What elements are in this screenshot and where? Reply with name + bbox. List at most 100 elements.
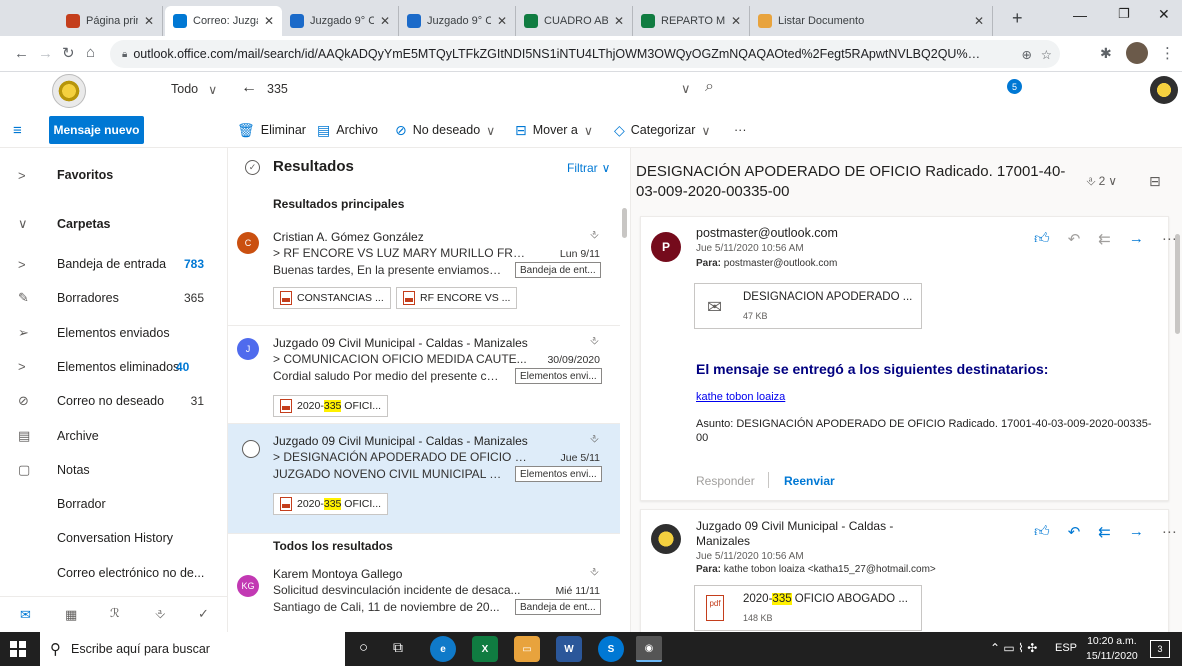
notification-badge[interactable]: 5 — [1007, 79, 1022, 94]
message-card-juzgado[interactable]: Juzgado 09 Civil Municipal - Caldas - Ma… — [640, 509, 1177, 632]
back-icon[interactable]: ← — [14, 45, 29, 62]
nav-folder[interactable]: ▤ Archive — [0, 419, 228, 453]
taskbar-search[interactable]: ⚲ Escribe aquí para buscar — [40, 632, 345, 666]
message-item[interactable]: Juzgado 09 Civil Municipal - Caldas - Ma… — [228, 424, 620, 534]
message-item[interactable]: J Juzgado 09 Civil Municipal - Caldas - M… — [228, 326, 620, 424]
people-icon[interactable]: ℛ — [110, 606, 120, 620]
move-to-button[interactable]: ⊟ Mover a ∨ — [515, 112, 593, 148]
nav-folder[interactable]: ➢ Elementos enviados — [0, 316, 228, 350]
categorize-button[interactable]: ◇ Categorizar ∨ — [614, 112, 711, 148]
search-options-chevron-icon[interactable]: ∨ — [681, 81, 691, 97]
nav-folder[interactable]: ✎ Borradores 365 — [0, 281, 228, 315]
clock[interactable]: 10:20 a.m. 15/11/2020 — [1086, 634, 1138, 664]
browser-tab[interactable]: Juzgado 9° Civil M ✕ — [399, 6, 516, 36]
reply-button[interactable]: Responder — [696, 474, 755, 488]
reply-icon[interactable]: ↶ — [1068, 523, 1081, 541]
cortana-icon[interactable]: ○ — [359, 639, 368, 656]
install-icon[interactable]: ⊕ — [1022, 47, 1032, 62]
search-back-icon[interactable]: ← — [241, 79, 257, 97]
attachment-chip[interactable]: 2020-335 OFICI... — [273, 493, 389, 515]
tab-close-icon[interactable]: ✕ — [264, 14, 274, 28]
maximize-button[interactable]: ❐ — [1118, 6, 1130, 22]
browser-tab[interactable]: CUADRO ABOGAD ✕ — [516, 6, 633, 36]
nav-folder[interactable]: > Bandeja de entrada 783 — [0, 247, 228, 281]
word-icon[interactable]: W — [556, 636, 582, 662]
bookmark-star-icon[interactable]: ☆ — [1041, 47, 1052, 62]
nav-folder[interactable]: ⊘ Correo no deseado 31 — [0, 384, 228, 418]
tab-close-icon[interactable]: ✕ — [380, 14, 390, 28]
nav-folder[interactable]: Conversation History — [0, 521, 228, 555]
nav-folder[interactable]: ▢ Notas — [0, 453, 228, 487]
home-icon[interactable]: ⌂ — [86, 44, 95, 61]
message-item[interactable]: C Cristian A. Gómez González ⎀ > RF ENCORE … — [228, 220, 620, 326]
task-view-icon[interactable]: ⧉ — [393, 639, 403, 656]
tab-close-icon[interactable]: ✕ — [614, 14, 624, 28]
profile-avatar[interactable] — [1126, 42, 1148, 64]
nav-group-folders[interactable]: ∨ Carpetas — [0, 207, 228, 241]
reading-scrollbar[interactable] — [1175, 234, 1180, 334]
browser-tab[interactable]: Juzgado 9° Civil M ✕ — [282, 6, 399, 36]
windows-start-icon[interactable] — [10, 641, 26, 657]
action-center-icon[interactable]: 3 — [1150, 640, 1170, 658]
mail-icon[interactable]: ✉ — [20, 607, 31, 623]
browser-tab[interactable]: Listar Documento ✕ — [750, 6, 993, 36]
minimize-button[interactable]: — — [1073, 7, 1087, 23]
like-icon[interactable]: 👍︎ — [1034, 230, 1050, 248]
immersive-reader-icon[interactable]: ⊟ — [1149, 173, 1161, 190]
forward-icon[interactable]: → — [1129, 523, 1144, 541]
browser-menu-icon[interactable]: ⋮ — [1160, 44, 1175, 62]
recipient-link[interactable]: kathe tobon loaiza — [696, 391, 785, 403]
new-message-button[interactable]: Mensaje nuevo — [49, 116, 144, 144]
attachment-chip[interactable]: CONSTANCIAS ... — [273, 287, 391, 309]
attachment-card[interactable]: ✉ DESIGNACIÓN APODERADO ... 47 KB — [694, 283, 922, 329]
list-scrollbar[interactable] — [622, 208, 627, 238]
tray-icons[interactable]: ⌃ ▭ ⌇ ✣ — [990, 641, 1037, 655]
nav-folder[interactable]: Correo electrónico no de... — [0, 556, 228, 590]
sender-name[interactable]: Juzgado 09 Civil Municipal - Caldas - Ma… — [696, 519, 896, 549]
attachment-card[interactable]: pdf 2020-335 OFICIO ABOGADO ... 148 KB — [694, 585, 922, 631]
nav-folder[interactable]: > Elementos eliminados 40 — [0, 350, 228, 384]
tab-close-icon[interactable]: ✕ — [497, 14, 507, 28]
message-card-postmaster[interactable]: P postmaster@outlook.com Jue 5/11/2020 1… — [640, 216, 1177, 501]
browser-tab[interactable]: Correo: Juzgado 0 ✕ — [165, 6, 282, 36]
folder-badge[interactable]: Elementos envi... — [515, 466, 602, 482]
folder-badge[interactable]: Bandeja de ent... — [515, 599, 601, 615]
nav-group-favorites[interactable]: > Favoritos — [0, 158, 228, 192]
delete-button[interactable]: 🗑︎ Eliminar — [237, 112, 306, 148]
reply-all-icon[interactable]: ⇇ — [1098, 230, 1111, 248]
hamburger-menu-icon[interactable]: ≡ — [13, 122, 22, 139]
tab-close-icon[interactable]: ✕ — [974, 14, 984, 28]
reply-all-icon[interactable]: ⇇ — [1098, 523, 1111, 541]
close-window-button[interactable]: ✕ — [1158, 6, 1170, 23]
forward-icon[interactable]: → — [38, 45, 53, 62]
select-radio[interactable] — [242, 440, 260, 458]
browser-tab[interactable]: Página principal de ✕ — [58, 6, 163, 36]
account-avatar[interactable] — [1150, 76, 1178, 104]
file-explorer-icon[interactable]: ▭ — [514, 636, 540, 662]
calendar-icon[interactable]: ▦ — [65, 607, 77, 623]
folder-badge[interactable]: Bandeja de ent... — [515, 262, 601, 278]
language-indicator[interactable]: ESP — [1055, 642, 1077, 654]
attachment-chip[interactable]: RF ENCORE VS ... — [396, 287, 518, 309]
search-input[interactable]: 335 — [267, 82, 288, 96]
todo-check-icon[interactable]: ✓ — [198, 606, 209, 622]
message-item[interactable]: KG Karem Montoya Gallego ⎀ Solicitud desvin… — [228, 557, 620, 632]
filter-button[interactable]: Filtrar ∨ — [567, 161, 610, 175]
new-tab-button[interactable]: + — [1012, 8, 1023, 29]
nav-folder[interactable]: Borrador — [0, 487, 228, 521]
more-commands-button[interactable]: ··· — [734, 112, 747, 148]
search-scope-dropdown[interactable]: Todo ∨ — [171, 82, 217, 97]
url-field[interactable]: 🔒︎ outlook.office.com/mail/search/id/AAQ… — [110, 40, 1060, 68]
tab-close-icon[interactable]: ✕ — [144, 14, 154, 28]
search-icon[interactable]: ⌕ — [705, 78, 714, 96]
like-icon[interactable]: 👍︎ — [1034, 523, 1050, 541]
select-all-checkbox[interactable]: ✓ — [245, 160, 260, 175]
browser-tab[interactable]: REPARTO MEMOR ✕ — [633, 6, 750, 36]
reply-icon[interactable]: ↶ — [1068, 230, 1081, 248]
junk-button[interactable]: ⊘ No deseado ∨ — [395, 112, 495, 148]
attachment-chip[interactable]: 2020-335 OFICI... — [273, 395, 389, 417]
attach-icon[interactable]: ⎀ — [155, 606, 165, 622]
attachment-count[interactable]: ⎀ 2 ∨ — [1086, 174, 1117, 189]
tab-close-icon[interactable]: ✕ — [731, 14, 741, 28]
reload-icon[interactable]: ↻ — [62, 44, 75, 62]
